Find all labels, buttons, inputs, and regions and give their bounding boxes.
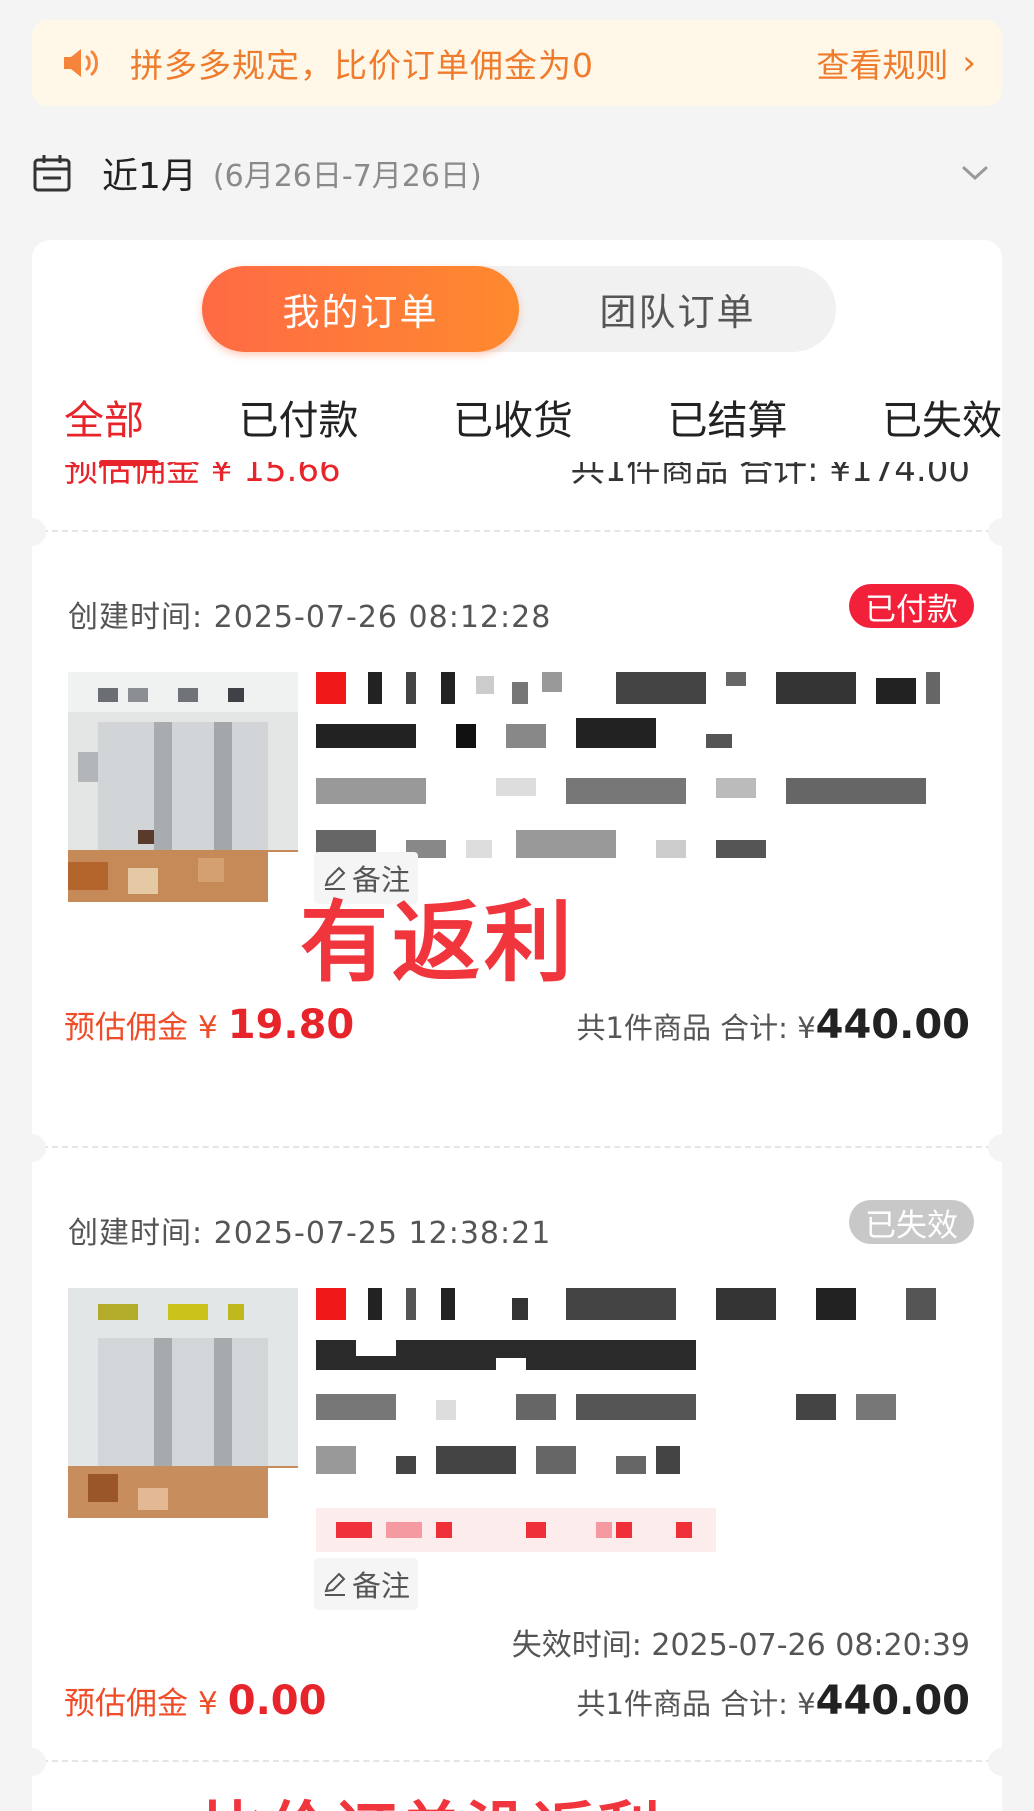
order-footer: 预估佣金 ¥0.00 共1件商品 合计: ¥440.00 <box>64 1678 970 1724</box>
orders-panel: 我的订单 团队订单 全部 已付款 已收货 已结算 已失效 预估佣金 ¥ 15.6… <box>32 240 1002 1811</box>
total-currency: ¥ <box>797 1011 816 1045</box>
estimated-commission: 预估佣金 ¥0.00 <box>64 1678 326 1724</box>
divider <box>32 1134 1002 1162</box>
filter-received[interactable]: 已收货 <box>453 388 573 458</box>
commission-label: 预估佣金 <box>64 1686 188 1722</box>
invalid-value: 2025-07-26 08:20:39 <box>651 1628 970 1663</box>
invalid-time: 失效时间: 2025-07-26 08:20:39 <box>512 1620 970 1664</box>
notice-text: 拼多多规定，比价订单佣金为0 <box>130 46 594 85</box>
product-thumbnail[interactable] <box>68 672 298 902</box>
commission-amount: 0.00 <box>227 1678 327 1724</box>
pixelated-product-image <box>68 1288 298 1518</box>
annotation-no-rebate: 比价订单没返利 <box>202 1780 664 1811</box>
filter-invalid[interactable]: 已失效 <box>882 388 1002 458</box>
created-time: 创建时间: 2025-07-26 08:12:28 <box>68 592 551 636</box>
created-value: 2025-07-26 08:12:28 <box>213 600 552 635</box>
status-badge: 已失效 <box>849 1200 974 1244</box>
item-count-label: 共1件商品 合计: <box>576 1687 788 1721</box>
status-filter-tabs: 全部 已付款 已收货 已结算 已失效 <box>32 388 1002 466</box>
product-thumbnail[interactable] <box>68 1288 298 1518</box>
speaker-icon <box>64 49 98 77</box>
date-range-dates: (6月26日-7月26日) <box>212 159 482 194</box>
order-footer: 预估佣金 ¥19.80 共1件商品 合计: ¥440.00 <box>64 1002 970 1048</box>
filter-settled[interactable]: 已结算 <box>668 388 788 458</box>
filter-paid[interactable]: 已付款 <box>239 388 359 458</box>
divider <box>32 518 1002 546</box>
filter-all[interactable]: 全部 <box>64 388 159 466</box>
previous-total: 共1件商品 合计: ¥174.00 <box>570 462 970 490</box>
previous-commission: 预估佣金 ¥ 15.66 <box>64 462 341 490</box>
notice-bar[interactable]: 拼多多规定，比价订单佣金为0 查看规则 › <box>32 20 1002 106</box>
tab-team-orders[interactable]: 团队订单 <box>519 266 836 352</box>
calendar-icon <box>33 155 71 192</box>
order-card[interactable]: 创建时间: 2025-07-25 12:38:21 已失效 备注 失效时间: 2… <box>32 1200 1002 1768</box>
chevron-down-icon[interactable] <box>960 163 990 183</box>
date-range-label: 近1月 <box>102 156 197 197</box>
order-total: 共1件商品 合计: ¥440.00 <box>577 1678 970 1724</box>
item-count-label: 共1件商品 合计: <box>576 1011 788 1045</box>
date-filter[interactable]: 近1月 (6月26日-7月26日) <box>32 146 1002 200</box>
invalid-label: 失效时间: <box>511 1628 642 1663</box>
commission-label: 预估佣金 <box>64 1010 188 1046</box>
view-rules-label: 查看规则 <box>816 46 949 85</box>
order-type-switch: 我的订单 团队订单 <box>202 266 836 352</box>
chevron-right-icon: › <box>962 43 976 83</box>
blurred-product-title <box>316 1288 936 1474</box>
order-total: 共1件商品 合计: ¥440.00 <box>577 1002 970 1048</box>
previous-order-clipped: 预估佣金 ¥ 15.66 共1件商品 合计: ¥174.00 <box>32 462 1002 492</box>
created-label: 创建时间: <box>68 600 204 635</box>
total-amount: 440.00 <box>815 1678 970 1724</box>
created-time: 创建时间: 2025-07-25 12:38:21 <box>68 1208 551 1252</box>
created-label: 创建时间: <box>68 1216 204 1251</box>
pencil-icon <box>324 1572 346 1596</box>
order-card[interactable]: 创建时间: 2025-07-26 08:12:28 已付款 备注 有返利 预估佣… <box>32 584 1002 1048</box>
created-value: 2025-07-25 12:38:21 <box>213 1216 552 1251</box>
blurred-product-title <box>316 672 940 858</box>
blurred-red-tag <box>316 1508 716 1552</box>
commission-amount: 19.80 <box>227 1002 355 1048</box>
view-rules-link[interactable]: 查看规则 › <box>816 39 976 87</box>
total-currency: ¥ <box>797 1687 816 1721</box>
annotation-has-rebate: 有返利 <box>300 891 577 994</box>
divider <box>32 1748 1002 1776</box>
tab-my-orders[interactable]: 我的订单 <box>202 266 519 352</box>
remark-button[interactable]: 备注 <box>314 1558 419 1610</box>
pixelated-product-image <box>68 672 298 902</box>
currency-symbol: ¥ <box>198 1686 218 1722</box>
remark-label: 备注 <box>352 1569 411 1603</box>
total-amount: 440.00 <box>815 1002 970 1048</box>
status-badge: 已付款 <box>849 584 974 628</box>
estimated-commission: 预估佣金 ¥19.80 <box>64 1002 354 1048</box>
currency-symbol: ¥ <box>198 1010 218 1046</box>
